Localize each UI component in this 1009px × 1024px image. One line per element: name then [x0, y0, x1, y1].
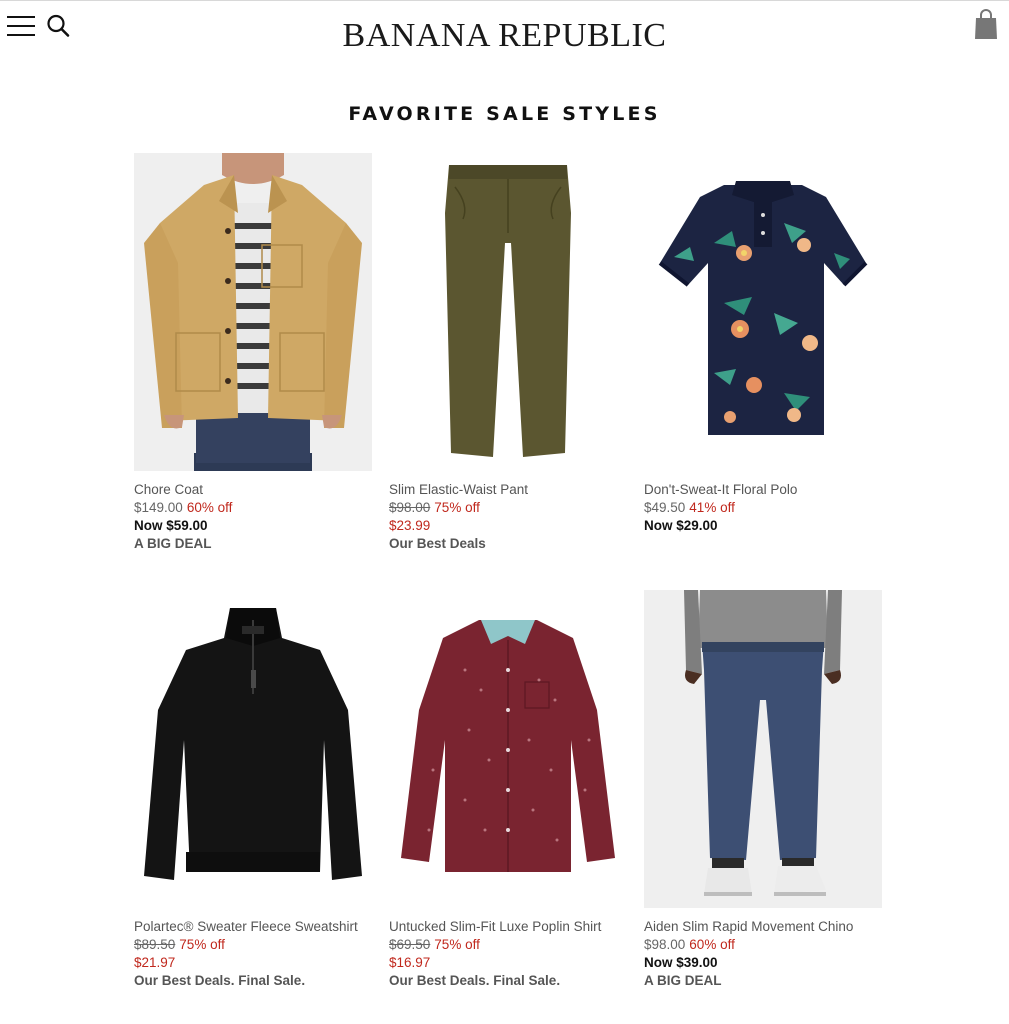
- product-image[interactable]: [134, 153, 372, 471]
- product-card[interactable]: Slim Elastic-Waist Pant $98.00 75% off $2…: [389, 153, 629, 553]
- discount-percent: 75% off: [179, 937, 225, 952]
- product-image[interactable]: [389, 590, 627, 908]
- price-row: $149.00 60% off: [134, 499, 374, 517]
- product-image[interactable]: [389, 153, 627, 471]
- product-info: Aiden Slim Rapid Movement Chino $98.00 60…: [644, 918, 884, 990]
- product-image[interactable]: [644, 153, 882, 471]
- product-card[interactable]: Chore Coat $149.00 60% off Now $59.00 A B…: [134, 153, 374, 553]
- price-row: $98.00 60% off: [644, 936, 884, 954]
- product-card[interactable]: Aiden Slim Rapid Movement Chino $98.00 60…: [644, 590, 884, 990]
- product-info: Untucked Slim-Fit Luxe Poplin Shirt $69.…: [389, 918, 629, 990]
- original-price: $98.00: [389, 500, 431, 515]
- top-border: [0, 0, 1009, 1]
- promo-label: Our Best Deals. Final Sale.: [134, 973, 306, 988]
- product-name[interactable]: Don't-Sweat-It Floral Polo: [644, 481, 884, 499]
- discount-percent: 75% off: [434, 937, 480, 952]
- now-price: Now $29.00: [644, 518, 718, 533]
- product-card[interactable]: Untucked Slim-Fit Luxe Poplin Shirt $69.…: [389, 590, 629, 990]
- promo-label: A BIG DEAL: [134, 536, 212, 551]
- price-row: $69.50 75% off: [389, 936, 629, 954]
- discount-percent: 60% off: [689, 937, 735, 952]
- hamburger-menu-icon[interactable]: [7, 15, 35, 37]
- product-info: Polartec® Sweater Fleece Sweatshirt $89.…: [134, 918, 374, 990]
- now-price: Now $59.00: [134, 518, 208, 533]
- discount-percent: 75% off: [434, 500, 480, 515]
- search-icon[interactable]: [44, 12, 72, 40]
- product-info: Chore Coat $149.00 60% off Now $59.00 A B…: [134, 481, 374, 553]
- product-info: Don't-Sweat-It Floral Polo $49.50 41% off…: [644, 481, 884, 535]
- product-image[interactable]: [644, 590, 882, 908]
- product-name[interactable]: Polartec® Sweater Fleece Sweatshirt: [134, 918, 374, 936]
- promo-label: A BIG DEAL: [644, 973, 722, 988]
- brand-logo[interactable]: BANANA REPUBLIC: [300, 17, 709, 55]
- original-price: $49.50: [644, 500, 686, 515]
- product-card[interactable]: Don't-Sweat-It Floral Polo $49.50 41% off…: [644, 153, 884, 535]
- promo-label: Our Best Deals: [389, 536, 486, 551]
- sale-price: $21.97: [134, 955, 176, 970]
- promo-label: Our Best Deals. Final Sale.: [389, 973, 561, 988]
- original-price: $98.00: [644, 937, 686, 952]
- discount-percent: 60% off: [186, 500, 233, 515]
- product-name[interactable]: Untucked Slim-Fit Luxe Poplin Shirt: [389, 918, 629, 936]
- section-title: FAVORITE SALE STYLES: [348, 103, 661, 125]
- product-image[interactable]: [134, 590, 372, 908]
- product-name[interactable]: Slim Elastic-Waist Pant: [389, 481, 629, 499]
- original-price: $89.50: [134, 937, 176, 952]
- product-name[interactable]: Aiden Slim Rapid Movement Chino: [644, 918, 884, 936]
- shopping-bag-icon[interactable]: [972, 9, 1000, 41]
- discount-percent: 41% off: [689, 500, 735, 515]
- original-price: $69.50: [389, 937, 431, 952]
- product-name[interactable]: Chore Coat: [134, 481, 374, 499]
- now-price: Now $39.00: [644, 955, 718, 970]
- sale-price: $23.99: [389, 518, 431, 533]
- price-row: $89.50 75% off: [134, 936, 374, 954]
- product-info: Slim Elastic-Waist Pant $98.00 75% off $2…: [389, 481, 629, 553]
- sale-price: $16.97: [389, 955, 431, 970]
- product-card[interactable]: Polartec® Sweater Fleece Sweatshirt $89.…: [134, 590, 374, 990]
- price-row: $49.50 41% off: [644, 499, 884, 517]
- price-row: $98.00 75% off: [389, 499, 629, 517]
- original-price: $149.00: [134, 500, 183, 515]
